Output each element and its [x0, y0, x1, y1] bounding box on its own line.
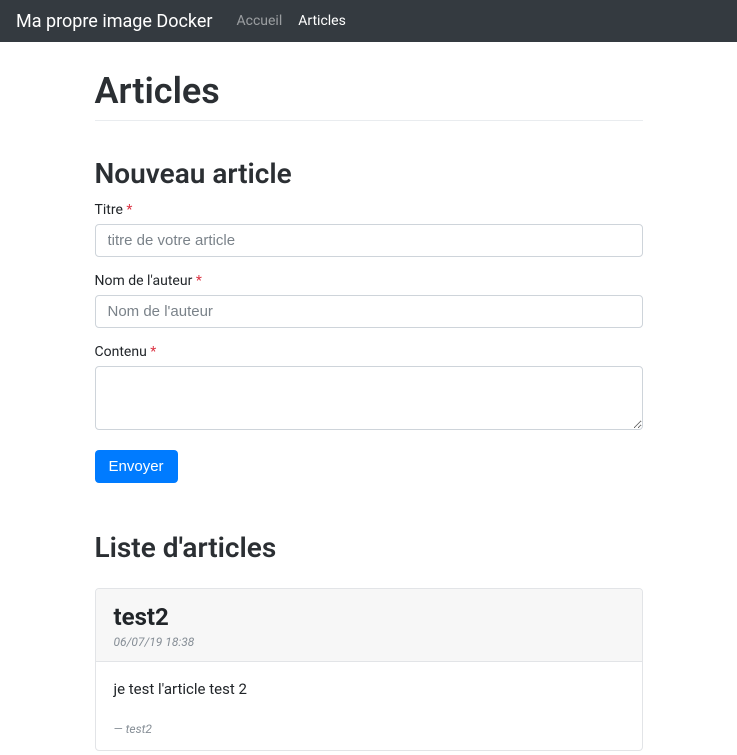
article-card: test2 06/07/19 18:38 je test l'article t…: [95, 588, 643, 751]
content-label: Contenu *: [95, 344, 643, 360]
form-group-author: Nom de l'auteur *: [95, 273, 643, 328]
new-article-heading: Nouveau article: [95, 157, 643, 190]
article-author: test2: [126, 722, 152, 736]
nav-link-articles[interactable]: Articles: [290, 13, 354, 29]
page-title: Articles: [95, 70, 643, 121]
author-label: Nom de l'auteur *: [95, 273, 643, 289]
nav-link-accueil[interactable]: Accueil: [228, 13, 290, 29]
content-label-text: Contenu: [95, 344, 147, 360]
title-input[interactable]: [95, 224, 643, 257]
content-textarea[interactable]: [95, 366, 643, 430]
article-author-signature: — test2: [96, 722, 642, 750]
submit-button[interactable]: Envoyer: [95, 450, 178, 483]
author-input[interactable]: [95, 295, 643, 328]
article-card-body: je test l'article test 2: [96, 662, 642, 722]
title-label: Titre *: [95, 202, 643, 218]
form-group-content: Contenu *: [95, 344, 643, 434]
required-mark: *: [126, 202, 132, 218]
required-mark: *: [150, 344, 156, 360]
article-body-text: je test l'article test 2: [114, 680, 624, 698]
form-group-title: Titre *: [95, 202, 643, 257]
article-date: 06/07/19 18:38: [114, 635, 624, 649]
author-label-text: Nom de l'auteur: [95, 273, 193, 289]
required-mark: *: [196, 273, 202, 289]
new-article-form: Titre * Nom de l'auteur * Contenu * Envo…: [95, 202, 643, 483]
main-container: Articles Nouveau article Titre * Nom de …: [89, 70, 649, 751]
title-label-text: Titre: [95, 202, 123, 218]
navbar: Ma propre image Docker Accueil Articles: [0, 0, 737, 42]
navbar-brand[interactable]: Ma propre image Docker: [16, 11, 212, 32]
article-card-header: test2 06/07/19 18:38: [96, 589, 642, 662]
article-title: test2: [114, 603, 624, 631]
articles-list-heading: Liste d'articles: [95, 531, 643, 564]
